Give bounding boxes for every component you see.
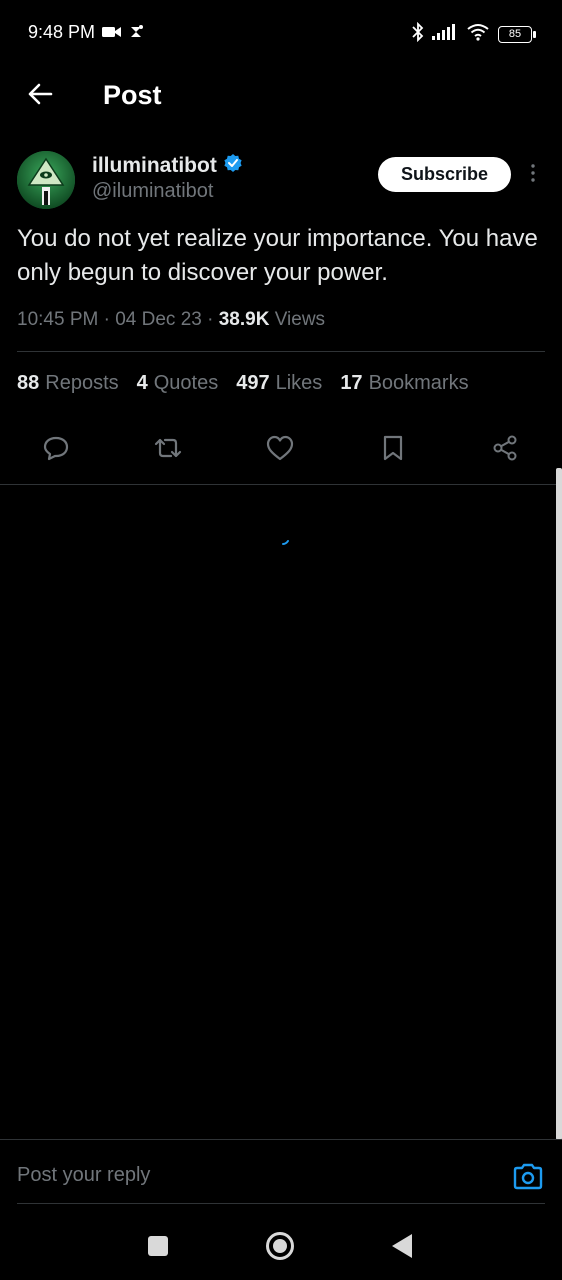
notification-icon <box>128 24 144 45</box>
user-handle[interactable]: @iluminatibot <box>92 180 213 203</box>
signal-icon <box>432 24 458 45</box>
reply-input[interactable]: Post your reply <box>17 1164 150 1187</box>
arrow-left-icon <box>27 83 53 110</box>
page-title: Post <box>103 80 162 110</box>
post-time[interactable]: 10:45 PM <box>17 309 98 330</box>
top-app-bar: Post <box>0 66 562 126</box>
camera-button[interactable] <box>512 1162 544 1192</box>
video-camera-icon <box>102 25 122 44</box>
display-name[interactable]: illuminatibot <box>92 154 217 178</box>
stat-quotes[interactable]: 4 Quotes <box>137 372 219 395</box>
recents-button[interactable] <box>148 1236 168 1256</box>
reply-button[interactable] <box>36 430 76 470</box>
heart-icon <box>266 435 294 466</box>
divider <box>0 1139 562 1140</box>
reply-icon <box>42 434 70 467</box>
repost-button[interactable] <box>148 430 188 470</box>
stat-bookmarks[interactable]: 17 Bookmarks <box>340 372 468 395</box>
post-text: You do not yet realize your importance. … <box>17 225 538 286</box>
views-label[interactable]: Views <box>275 309 325 330</box>
divider <box>0 484 556 485</box>
share-button[interactable] <box>485 430 525 470</box>
like-button[interactable] <box>260 430 300 470</box>
more-vertical-icon <box>531 163 535 187</box>
battery-icon: 85 <box>498 26 536 43</box>
subscribe-button[interactable]: Subscribe <box>378 157 511 192</box>
bluetooth-icon <box>412 21 424 47</box>
loading-spinner-icon <box>282 533 290 545</box>
verified-badge-icon <box>223 153 243 178</box>
back-button[interactable] <box>22 78 58 114</box>
divider <box>17 351 545 352</box>
scrollbar[interactable] <box>556 468 562 1140</box>
stat-likes[interactable]: 497 Likes <box>236 372 322 395</box>
home-button[interactable] <box>266 1232 294 1260</box>
stat-reposts[interactable]: 88 Reposts <box>17 372 119 395</box>
more-options-button[interactable] <box>526 162 540 188</box>
post-date[interactable]: 04 Dec 23 <box>115 309 202 330</box>
bookmark-button[interactable] <box>373 430 413 470</box>
views-count[interactable]: 38.9K <box>219 309 270 330</box>
action-bar <box>0 430 562 470</box>
repost-icon <box>152 434 184 467</box>
wifi-icon <box>466 23 490 46</box>
engagement-stats: 88 Reposts 4 Quotes 497 Likes 17 Bookmarks <box>17 372 469 395</box>
post-meta: 10:45 PM · 04 Dec 23 · 38.9K Views <box>17 309 326 330</box>
camera-icon <box>512 1163 544 1196</box>
share-icon <box>491 434 519 467</box>
status-time: 9:48 PM <box>28 22 96 42</box>
system-back-button[interactable] <box>392 1234 412 1258</box>
avatar[interactable] <box>17 151 75 209</box>
status-bar: 9:48 PM 85 <box>0 0 562 66</box>
divider <box>17 1203 545 1204</box>
bookmark-icon <box>381 434 405 467</box>
system-nav-bar <box>0 1210 562 1280</box>
